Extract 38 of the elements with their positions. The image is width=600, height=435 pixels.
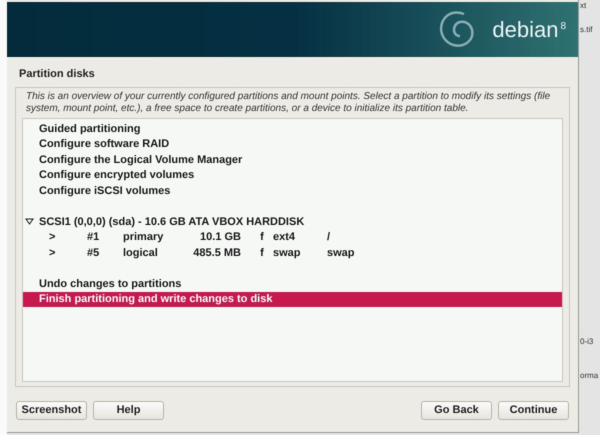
menu-item[interactable]: Finish partitioning and write changes to disk [23,292,562,307]
dialog-button[interactable]: Screenshot [16,401,87,420]
expanded-triangle-icon [25,218,34,226]
background-text: orma [580,370,600,382]
menu-item[interactable]: Configure software RAID [23,136,562,152]
partition-cell-text: f [259,246,265,260]
partition-cell-text: / [327,230,332,245]
partition-row[interactable]: > #1 primary 10.1 GB f ext4 / [23,230,562,245]
partition-cell-text: f [259,230,265,245]
menu-item[interactable]: Configure the Logical Volume Manager [23,152,562,168]
partition-cell-text: > [49,246,56,260]
dialog-button[interactable]: Help [93,401,164,420]
logo-text: debian [492,18,558,40]
menu-item[interactable]: Undo changes to partitions [23,276,562,292]
menu-item[interactable]: Guided partitioning [23,121,562,136]
partition-cell-text: 10.1 GB [199,230,242,245]
disk-label: SCSI1 (0,0,0) (sda) - 10.6 GB ATA VBOX HARDDISK [39,214,304,230]
dialog-button[interactable]: Go Back [421,401,492,420]
partition-cell-text: logical [123,246,159,260]
description-text: This is an overview of your currently configured partitions and mount points. Select a partition to modify its settings (file system, mount point, etc.), a free space to create partitions, or a device to initialize its partition table. [25,90,552,116]
background-text: xt [580,0,588,12]
partition-cell-text: swap [327,246,356,260]
partition-cell-text: 485.5 MB [192,246,242,260]
disk-row[interactable]: SCSI1 (0,0,0) (sda) - 10.6 GB ATA VBOX HARDDISK [23,214,562,230]
partition-cell-text: primary [123,230,164,245]
partition-cell-text: #1 [87,230,100,245]
partition-cell-text: #5 [87,246,100,260]
partition-cell-text: > [49,230,56,245]
window-title: Partition disks [18,67,96,82]
partition-cell-text: swap [273,246,302,260]
version-text: 8 [560,20,566,34]
menu-item[interactable]: Configure iSCSI volumes [23,183,562,198]
background-text: s.tif [580,24,594,36]
dialog-button[interactable]: Continue [498,401,569,420]
partition-cell-text: ext4 [273,230,296,245]
partition-row[interactable]: > #5 logical 485.5 MB f swap swap [23,245,562,260]
background-text: 0-i3 [580,336,594,348]
menu-item[interactable]: Configure encrypted volumes [23,168,562,183]
